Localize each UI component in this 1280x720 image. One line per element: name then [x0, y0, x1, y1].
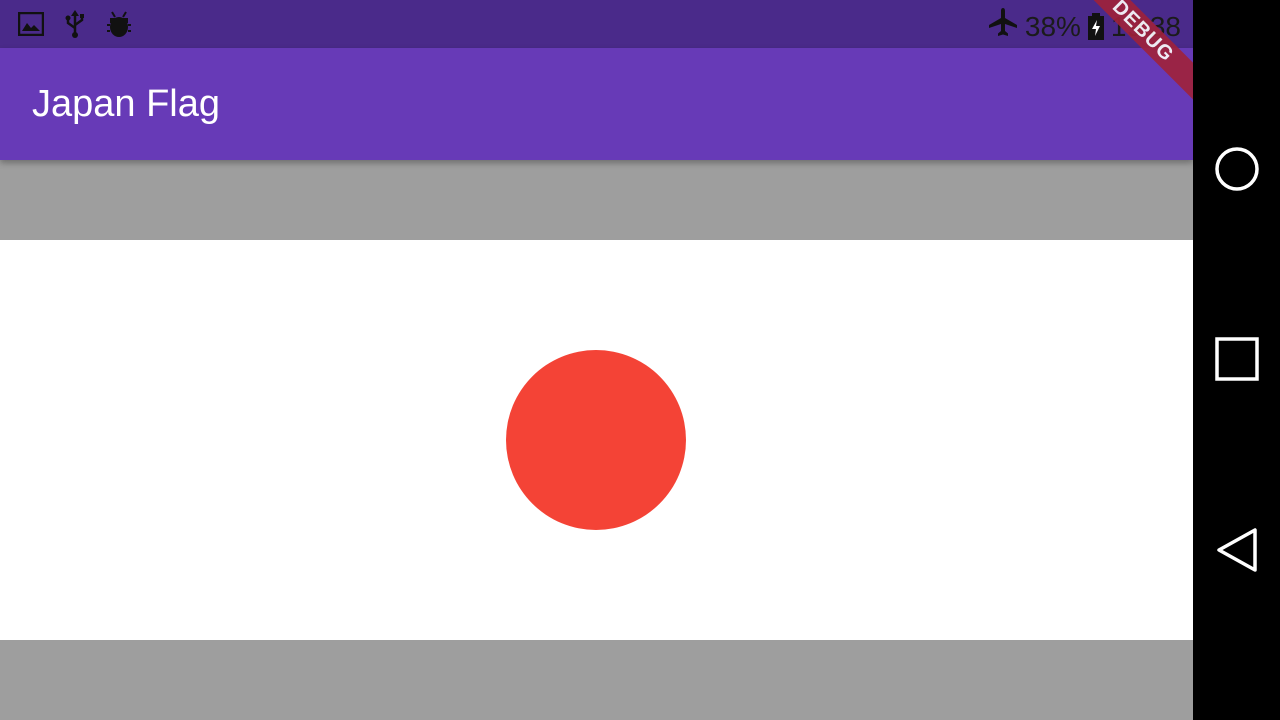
battery-charging-icon	[1087, 12, 1105, 41]
app-screen: 38% 19:38 Japan Flag DEBUG	[0, 0, 1193, 720]
navigation-bar	[1193, 0, 1280, 720]
back-triangle-icon	[1216, 528, 1257, 572]
recents-square-icon	[1214, 337, 1259, 381]
app-bar: Japan Flag	[0, 48, 1193, 160]
japan-flag	[0, 240, 1193, 640]
battery-percent: 38%	[1024, 10, 1081, 42]
image-icon	[18, 10, 44, 38]
airplane-mode-icon	[987, 6, 1019, 47]
usb-icon	[62, 10, 88, 38]
status-left-icons	[18, 10, 132, 38]
flag-red-disc	[506, 350, 686, 530]
status-bar: 38% 19:38	[0, 0, 1193, 48]
recents-button[interactable]	[1193, 319, 1280, 399]
page-title: Japan Flag	[32, 83, 221, 125]
home-button[interactable]	[1193, 129, 1280, 209]
android-debug-icon	[106, 10, 132, 38]
home-circle-icon	[1214, 147, 1259, 191]
back-button[interactable]	[1193, 510, 1280, 590]
